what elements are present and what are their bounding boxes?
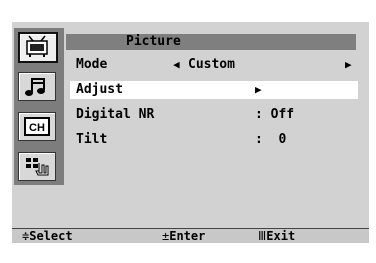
menu-icon-column: CH <box>14 28 64 185</box>
mode-label: Mode <box>76 57 108 72</box>
page-title: Picture <box>126 34 181 49</box>
menu-row-mode[interactable]: Mode ◀ Custom ▶ <box>70 56 358 74</box>
help-enter-label: Enter <box>169 229 206 243</box>
digital-nr-value: : Off <box>255 107 295 122</box>
help-select: ≑Select <box>22 229 73 243</box>
help-enter: ±Enter <box>162 229 205 243</box>
menu-row-digital-nr[interactable]: Digital NR : Off <box>70 106 358 124</box>
adjust-right-arrow-icon[interactable]: ▶ <box>255 81 262 99</box>
help-bar: ≑Select ±Enter ⅢExit <box>12 228 369 243</box>
tilt-value: : 0 <box>255 132 287 147</box>
help-exit-label: Exit <box>266 229 296 243</box>
menu-row-adjust[interactable]: Adjust ▶ <box>70 81 358 99</box>
help-select-label: Select <box>29 229 73 243</box>
digital-nr-label: Digital NR <box>76 107 155 122</box>
channel-icon-text: CH <box>29 122 45 134</box>
help-exit: ⅢExit <box>258 229 295 243</box>
mode-left-arrow-icon[interactable]: ◀ <box>173 56 180 74</box>
tilt-label: Tilt <box>76 132 108 147</box>
setup-icon[interactable] <box>18 152 56 181</box>
menu-title-bar: Picture <box>66 34 356 50</box>
channel-icon[interactable]: CH <box>18 112 56 141</box>
help-bar-inner: ≑Select ±Enter ⅢExit <box>12 228 369 243</box>
mode-value: Custom <box>188 57 235 72</box>
music-note-icon[interactable] <box>18 72 56 101</box>
adjust-label: Adjust <box>76 82 123 97</box>
tv-picture-icon[interactable] <box>18 32 58 63</box>
tv-screen: CH Picture Mode ◀ Custom ▶ Adjust ▶ Digi… <box>0 0 376 263</box>
menu-row-tilt[interactable]: Tilt : 0 <box>70 131 358 149</box>
mode-right-arrow-icon[interactable]: ▶ <box>345 56 352 74</box>
